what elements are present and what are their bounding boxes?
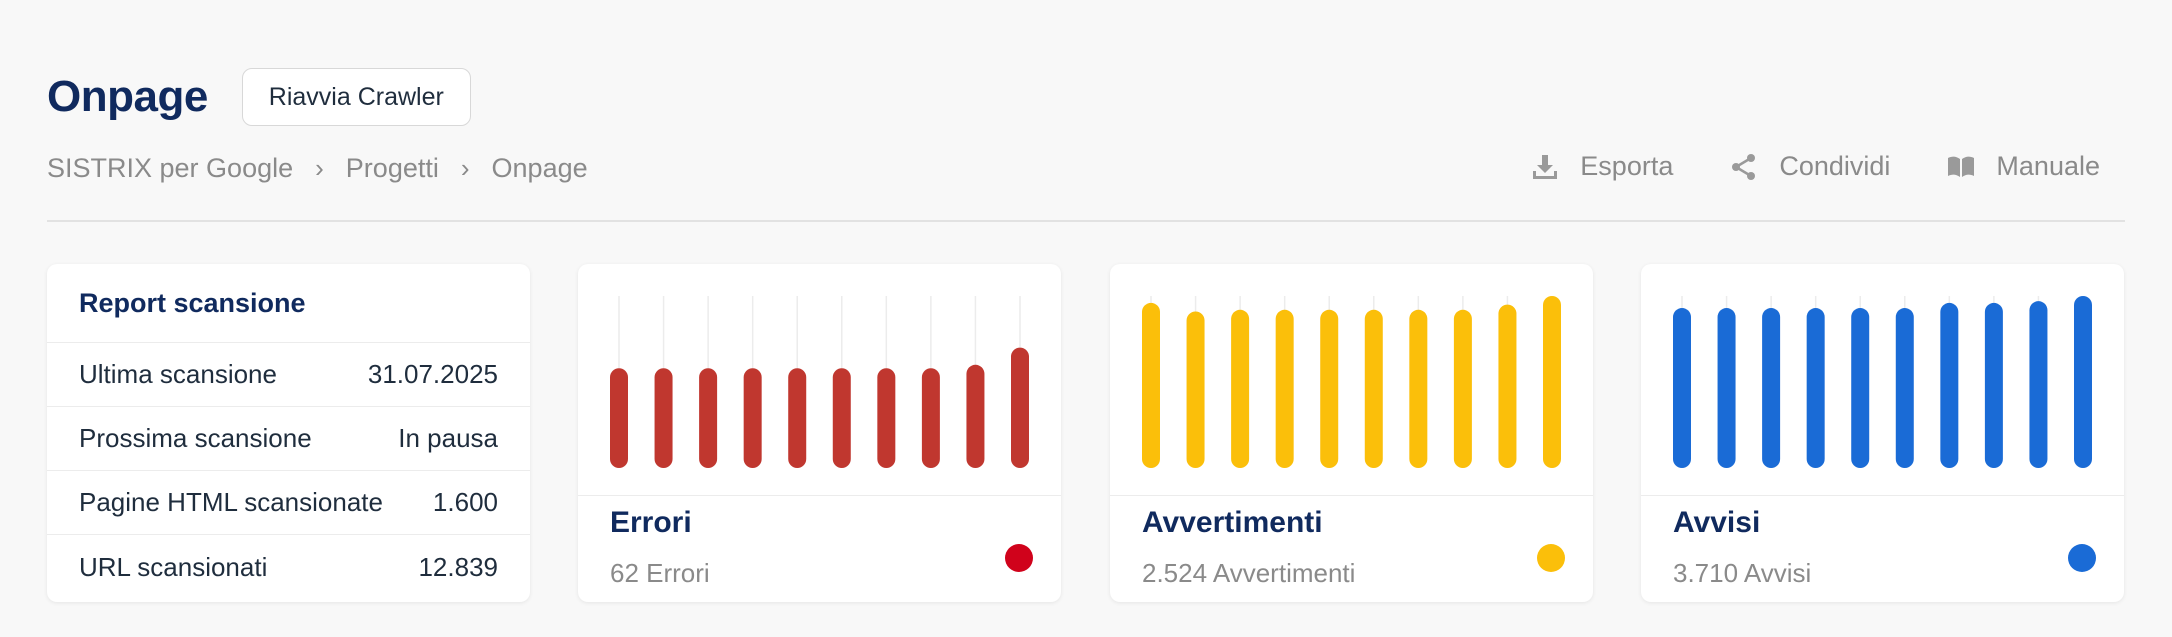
- report-row-value: In pausa: [398, 423, 498, 453]
- share-label: Condividi: [1779, 151, 1891, 181]
- export-button[interactable]: Esporta: [1530, 151, 1673, 182]
- restart-crawler-button[interactable]: Riavvia Crawler: [241, 68, 471, 126]
- notices-status-dot: [2068, 544, 2096, 572]
- page-actions: Esporta Condividi Manuale: [1474, 151, 2100, 182]
- chart-bar: [1543, 296, 1561, 468]
- chevron-right-icon: ›: [460, 153, 470, 183]
- report-title: Report scansione: [47, 264, 530, 343]
- notices-count: 3.710 Avvisi: [1673, 558, 1812, 588]
- chart-bar: [832, 368, 851, 468]
- chart-bar: [966, 364, 985, 468]
- chart-bar: [1364, 309, 1383, 468]
- chart-bar: [2029, 301, 2048, 468]
- report-row-label: URL scansionati: [79, 551, 268, 582]
- notices-bar-chart: [1673, 296, 2092, 468]
- warnings-chart: [1110, 264, 1593, 496]
- share-icon: [1732, 153, 1756, 180]
- chart-bar: [1717, 308, 1736, 468]
- report-row-value: 1.600: [432, 487, 498, 517]
- share-button[interactable]: Condividi: [1729, 151, 1890, 182]
- chart-bar: [1984, 302, 2003, 468]
- breadcrumb-item-sistrix[interactable]: SISTRIX per Google: [47, 153, 293, 184]
- chart-bar: [1498, 304, 1517, 468]
- chart-bar: [654, 368, 673, 468]
- chart-bar: [743, 368, 762, 468]
- warnings-title: Avvertimenti: [1142, 506, 1323, 539]
- export-label: Esporta: [1580, 151, 1674, 181]
- report-row-label: Prossima scansione: [79, 423, 312, 453]
- notices-chart: [1641, 264, 2124, 496]
- chart-bar: [1186, 311, 1205, 468]
- report-row-label: Pagine HTML scansionate: [79, 487, 383, 517]
- chart-bar: [1231, 309, 1250, 468]
- warnings-card[interactable]: Avvertimenti 2.524 Avvertimenti: [1110, 264, 1593, 602]
- chart-bar: [1762, 308, 1781, 468]
- notices-card[interactable]: Avvisi 3.710 Avvisi: [1641, 264, 2124, 602]
- chart-bar: [1806, 308, 1825, 468]
- chart-bar: [1940, 302, 1959, 468]
- chart-bar: [1895, 308, 1914, 468]
- chevron-right-icon: ›: [315, 153, 324, 183]
- chart-bar: [921, 368, 940, 468]
- page-title: Onpage: [47, 72, 208, 121]
- errors-chart: [578, 264, 1061, 496]
- warnings-bar-chart: [1142, 296, 1561, 468]
- errors-status-dot: [1005, 544, 1033, 572]
- report-row-value: 12.839: [418, 551, 498, 582]
- report-row-value: 31.07.2025: [367, 359, 498, 389]
- chart-bar: [1673, 308, 1691, 468]
- report-row-last-crawl: Ultima scansione 31.07.2025: [47, 343, 530, 407]
- report-row-label: Ultima scansione: [79, 359, 277, 389]
- chart-bar: [1409, 309, 1428, 468]
- warnings-status-dot: [1537, 544, 1565, 572]
- page-header: Onpage Riavvia Crawler: [47, 68, 471, 126]
- report-row-html-pages: Pagine HTML scansionate 1.600: [47, 471, 530, 535]
- errors-bar-chart: [610, 296, 1029, 468]
- report-row-urls: URL scansionati 12.839: [47, 535, 530, 599]
- chart-bar: [1142, 302, 1160, 468]
- chart-bar: [2074, 296, 2092, 468]
- chart-bar: [1275, 309, 1294, 468]
- manual-button[interactable]: Manuale: [1946, 151, 2100, 182]
- download-icon: [1533, 154, 1558, 179]
- notices-title: Avvisi: [1673, 506, 1761, 539]
- crawl-report-card: Report scansione Ultima scansione 31.07.…: [47, 264, 530, 602]
- chart-bar: [1011, 347, 1029, 468]
- chart-bar: [877, 368, 896, 468]
- breadcrumb: SISTRIX per Google › Progetti › Onpage: [47, 153, 588, 184]
- book-icon: [1948, 156, 1975, 177]
- chart-bar: [699, 368, 718, 468]
- manual-label: Manuale: [1996, 151, 2100, 181]
- breadcrumb-item-onpage: Onpage: [491, 153, 588, 183]
- chart-bar: [788, 368, 807, 468]
- errors-title: Errori: [610, 506, 692, 539]
- header-divider: [47, 220, 2125, 222]
- chart-bar: [1320, 309, 1339, 468]
- errors-card[interactable]: Errori 62 Errori: [578, 264, 1061, 602]
- chart-bar: [610, 368, 628, 468]
- warnings-count: 2.524 Avvertimenti: [1142, 558, 1356, 588]
- chart-bar: [1851, 308, 1870, 468]
- breadcrumb-item-projects[interactable]: Progetti: [346, 153, 439, 184]
- report-row-next-crawl: Prossima scansione In pausa: [47, 407, 530, 471]
- chart-bar: [1453, 309, 1472, 468]
- errors-count: 62 Errori: [610, 558, 710, 588]
